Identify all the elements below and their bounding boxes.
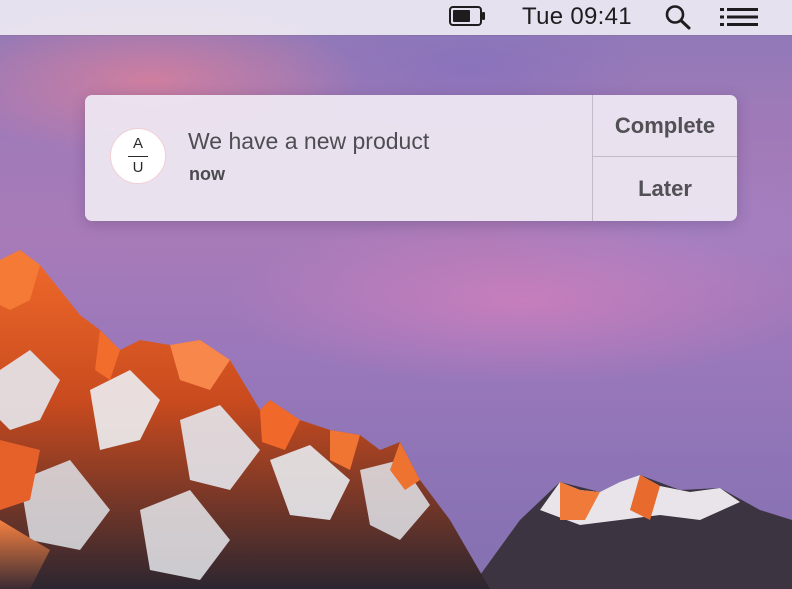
avatar-top-letter: A <box>132 135 143 152</box>
notification-body[interactable]: A U We have a new product now <box>85 95 592 221</box>
notification-banner[interactable]: A U We have a new product now Complete L… <box>85 95 737 221</box>
desktop: Tue 09:41 A U We have a new product now … <box>0 0 792 589</box>
complete-button[interactable]: Complete <box>593 95 737 157</box>
avatar-bottom-letter: U <box>132 159 144 176</box>
later-button[interactable]: Later <box>593 157 737 221</box>
battery-icon[interactable] <box>449 6 487 26</box>
list-icon[interactable] <box>720 7 758 27</box>
notification-time: now <box>189 164 225 184</box>
app-avatar-icon: A U <box>110 128 166 184</box>
mountain-wallpaper <box>0 250 792 589</box>
menu-bar-clock[interactable]: Tue 09:41 <box>522 3 632 31</box>
notification-title: We have a new product <box>188 128 430 154</box>
notification-actions: Complete Later <box>592 95 737 221</box>
search-icon[interactable] <box>664 4 692 30</box>
menu-bar: Tue 09:41 <box>0 0 792 35</box>
avatar-divider <box>128 156 148 157</box>
